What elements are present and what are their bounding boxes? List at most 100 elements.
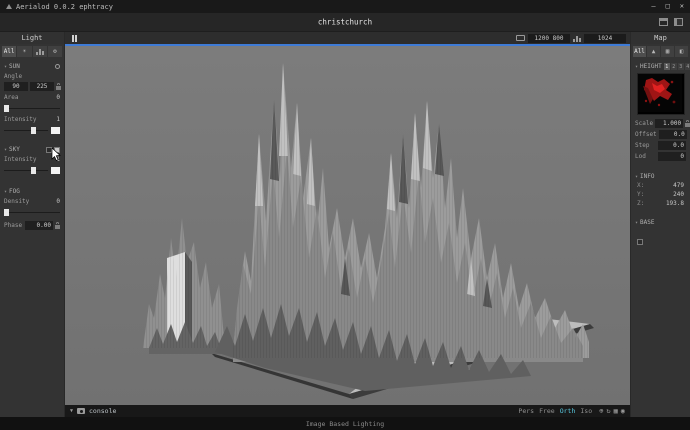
map-tab-all[interactable]: All: [633, 46, 646, 57]
base-section-label: BASE: [640, 219, 654, 226]
sun-area-row: Area 0: [0, 92, 64, 102]
axes-icon[interactable]: ⊕: [599, 407, 603, 415]
info-x-value: 479: [673, 182, 684, 189]
offset-input[interactable]: [659, 130, 687, 139]
fog-phase-row: Phase: [0, 220, 64, 231]
sun-intensity-label: Intensity: [4, 116, 37, 123]
disclosure-icon: ▾: [635, 174, 638, 180]
height-section-header[interactable]: ▾ HEIGHT 1 2 3 4: [631, 59, 690, 71]
sun-angle-row: [0, 81, 64, 92]
titlebar: Aerialod 0.0.2 ephtracy – □ ✕: [0, 0, 690, 13]
info-y-value: 240: [673, 191, 684, 198]
camera-icon[interactable]: [77, 408, 85, 414]
resolution-value[interactable]: 1200 800: [528, 34, 570, 43]
refresh-icon[interactable]: ↻: [606, 407, 610, 415]
mode-free[interactable]: Free: [539, 407, 555, 415]
sun-intensity-row: Intensity 1: [0, 114, 64, 124]
mode-pers[interactable]: Pers: [518, 407, 534, 415]
height-slots: 1 2 3 4: [664, 63, 690, 70]
mode-iso[interactable]: Iso: [580, 407, 592, 415]
histogram-tab-icon[interactable]: [33, 46, 47, 57]
light-tabs: All ☀ ⚙: [0, 44, 64, 59]
height-slot-3[interactable]: 3: [678, 63, 684, 70]
fog-phase-input[interactable]: [25, 221, 53, 230]
pause-button[interactable]: [69, 34, 80, 43]
samples-value[interactable]: 1024: [584, 34, 626, 43]
fog-density-slider[interactable]: [4, 208, 60, 217]
sun-disc-icon[interactable]: [55, 64, 60, 69]
collapse-icon[interactable]: ▼: [70, 408, 73, 414]
lock-icon[interactable]: [55, 225, 60, 229]
maximize-button[interactable]: □: [666, 0, 670, 13]
sky-checkbox-b[interactable]: [54, 147, 60, 153]
lock-icon[interactable]: [685, 123, 690, 127]
sky-intensity-row: Intensity 1: [0, 154, 64, 164]
height-slot-2[interactable]: 2: [671, 63, 677, 70]
grid-icon[interactable]: ▦: [614, 407, 618, 415]
fog-section-label: FOG: [9, 188, 20, 195]
info-x-row: X: 479: [631, 181, 690, 190]
map-panel: Map All ▲ ▦ ◧ ▾ HEIGHT 1 2 3 4: [630, 32, 690, 417]
lod-input[interactable]: [658, 152, 686, 161]
lock-icon[interactable]: [56, 86, 61, 90]
viewport-canvas[interactable]: [65, 46, 630, 405]
globe-icon[interactable]: ◉: [621, 407, 625, 415]
projection-modes: Pers Free Orth Iso: [518, 407, 592, 415]
sun-color-swatch[interactable]: [51, 127, 60, 134]
gear-icon[interactable]: ⚙: [48, 46, 62, 57]
base-section-header[interactable]: ▾ BASE: [631, 215, 690, 227]
fog-density-label: Density: [4, 198, 29, 205]
sun-intensity-slider-row: [0, 124, 64, 136]
light-panel-title: Light: [0, 32, 64, 44]
sun-angle-label: Angle: [0, 71, 64, 81]
sun-section-header[interactable]: ▾ SUN: [0, 59, 64, 71]
sky-intensity-slider-row: [0, 164, 64, 176]
base-checkbox[interactable]: [637, 239, 643, 245]
info-section-header[interactable]: ▾ INFO: [631, 169, 690, 181]
disclosure-icon: ▾: [4, 189, 7, 195]
app-window: Aerialod 0.0.2 ephtracy – □ ✕ christchur…: [0, 0, 690, 430]
sun-intensity-value: 1: [56, 116, 60, 123]
sun-icon[interactable]: ☀: [17, 46, 31, 57]
fog-density-value: 0: [56, 198, 60, 205]
info-section-label: INFO: [640, 173, 654, 180]
sky-color-swatch[interactable]: [51, 167, 60, 174]
sun-intensity-slider[interactable]: [4, 126, 48, 135]
console-label[interactable]: console: [89, 407, 116, 415]
scale-row: Scale: [631, 118, 690, 129]
height-slot-1[interactable]: 1: [664, 63, 670, 70]
step-input[interactable]: [658, 141, 686, 150]
mode-orth[interactable]: Orth: [560, 407, 576, 415]
scale-label: Scale: [635, 120, 653, 127]
disclosure-icon: ▾: [4, 64, 7, 70]
light-panel: Light All ☀ ⚙ ▾ SUN Angle Area 0: [0, 32, 65, 417]
sun-section-label: SUN: [9, 63, 20, 70]
height-slot-4[interactable]: 4: [685, 63, 690, 70]
sun-area-label: Area: [4, 94, 18, 101]
layers-icon[interactable]: ◧: [675, 46, 688, 57]
sky-section-label: SKY: [9, 146, 20, 153]
sky-checkbox-a[interactable]: [46, 147, 52, 153]
sky-intensity-slider[interactable]: [4, 166, 48, 175]
fog-section-header[interactable]: ▾ FOG: [0, 184, 64, 196]
save-icon[interactable]: [659, 18, 668, 26]
heightmap-thumbnail[interactable]: [637, 73, 685, 115]
viewport-column: 1200 800 1024: [65, 32, 630, 417]
sun-angle-altitude-input[interactable]: [4, 82, 28, 91]
height-section-label: HEIGHT: [640, 63, 662, 70]
minimize-button[interactable]: –: [651, 0, 655, 13]
info-z-label: Z:: [637, 200, 644, 207]
sun-area-slider[interactable]: [4, 104, 60, 113]
sun-angle-azimuth-input[interactable]: [30, 82, 54, 91]
step-row: Step: [631, 140, 690, 151]
disclosure-icon: ▾: [635, 64, 638, 70]
light-tab-all[interactable]: All: [2, 46, 16, 57]
project-bar-icons: [659, 18, 683, 26]
close-button[interactable]: ✕: [680, 0, 684, 13]
sky-section-header[interactable]: ▾ SKY: [0, 142, 64, 154]
triangle-icon[interactable]: ▲: [647, 46, 660, 57]
sun-area-slider-row: [0, 102, 64, 114]
image-icon[interactable]: ▦: [661, 46, 674, 57]
layout-icon[interactable]: [674, 18, 683, 26]
scale-input[interactable]: [655, 119, 683, 128]
